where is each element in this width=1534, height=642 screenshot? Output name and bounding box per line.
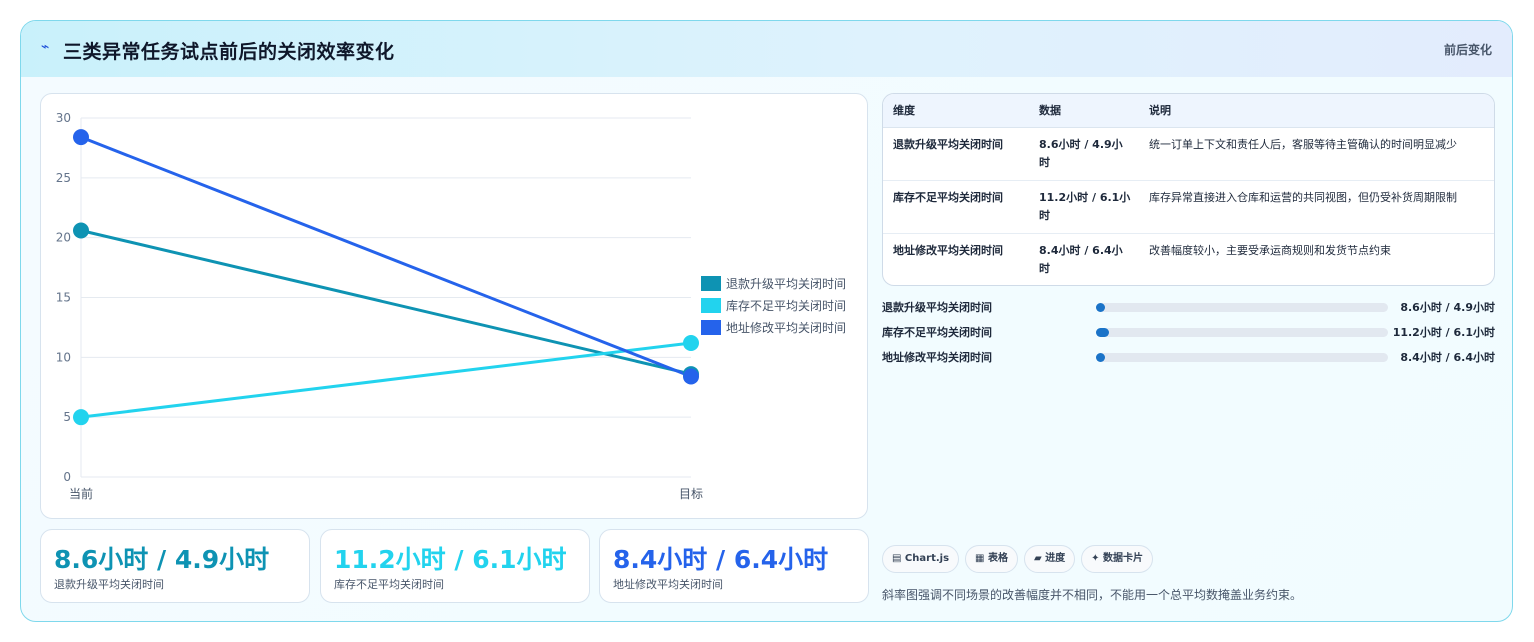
table-cell: 库存不足平均关闭时间 [883,180,1029,234]
table-cell: 地址修改平均关闭时间 [893,243,1003,257]
series-line [80,229,692,376]
progress-fill [1096,353,1105,362]
chip-data-card[interactable]: ✦ 数据卡片 [1081,545,1154,573]
table-cell: 8.4小时 / 6.4小时 [1039,243,1123,275]
y-tick-label: 25 [56,171,71,185]
card-header: ⌁ 三类异常任务试点前后的关闭效率变化 前后变化 [21,21,1512,77]
lightning-icon: ⌁ [41,39,50,55]
table-row: 地址修改平均关闭时间 8.4小时 / 6.4小时 改善幅度较小，主要受承运商规则… [883,233,1494,285]
progress-row: 地址修改平均关闭时间 8.4小时 / 6.4小时 [882,347,1495,365]
chip-table[interactable]: ▦ 表格 [965,545,1018,573]
footnote: 斜率图强调不同场景的改善幅度并不相同，不能用一个总平均数掩盖业务约束。 [882,588,1303,602]
progress-value: 11.2小时 / 6.1小时 [1392,326,1495,339]
progress-track [1096,303,1388,312]
stat-card-address: 8.4小时 / 6.4小时 地址修改平均关闭时间 [599,529,869,603]
y-tick-label: 0 [63,470,71,484]
stat-value: 8.4小时 / 6.4小时 [613,545,829,574]
data-table: 维度 数据 说明 退款升级平均关闭时间 8.6小时 / 4.9小时 统一订单上下… [882,93,1495,286]
legend-swatch [701,298,721,313]
progress-fill [1096,303,1105,312]
table-cell: 8.6小时 / 4.9小时 [1029,127,1139,181]
progress-fill [1096,328,1110,337]
stat-card-refund: 8.6小时 / 4.9小时 退款升级平均关闭时间 [40,529,310,603]
progress-label: 库存不足平均关闭时间 [882,326,992,339]
main-card: ⌁ 三类异常任务试点前后的关闭效率变化 前后变化 0 5 10 15 20 25 30 当前 目… [20,20,1513,622]
page-title: 三类异常任务试点前后的关闭效率变化 [63,41,395,63]
progress-value: 8.6小时 / 4.9小时 [1400,301,1495,314]
y-tick-label: 10 [56,350,71,364]
data-point [73,409,89,426]
table-cell: 库存异常直接进入仓库和运营的共同视图，但仍受补货周期限制 [1139,180,1494,234]
legend-label: 地址修改平均关闭时间 [726,320,846,335]
table-row: 库存不足平均关闭时间 11.2小时 / 6.1小时 库存异常直接进入仓库和运营的… [883,180,1494,234]
table-cell: 退款升级平均关闭时间 [883,127,1029,181]
stat-label: 库存不足平均关闭时间 [334,578,444,591]
chip-progress[interactable]: ▰ 进度 [1023,545,1076,573]
stat-card-stock: 11.2小时 / 6.1小时 库存不足平均关闭时间 [320,529,590,603]
data-point [683,334,699,351]
chip-group: ▤ Chart.js ▦ 表格 ▰ 进度 ✦ 数据卡片 [882,545,1159,573]
stat-label: 退款升级平均关闭时间 [54,578,164,591]
table-cell: 11.2小时 / 6.1小时 [1029,180,1139,234]
table-header: 数据 [1029,94,1139,128]
progress-row: 退款升级平均关闭时间 8.6小时 / 4.9小时 [882,297,1495,315]
data-point [73,129,89,146]
table-header: 说明 [1139,94,1494,128]
chip-chartjs[interactable]: ▤ Chart.js [882,545,960,573]
y-tick-label: 20 [56,231,71,245]
x-tick-label: 当前 [69,486,93,501]
x-tick-label: 目标 [679,487,703,501]
slope-chart: 0 5 10 15 20 25 30 当前 目标 退款升级平均关闭时间 库存不足平均关闭时间 地址修改… [40,93,868,519]
progress-value: 8.4小时 / 6.4小时 [1400,351,1495,364]
legend-swatch [701,276,721,291]
series-line [80,341,692,419]
progress-label: 地址修改平均关闭时间 [882,351,992,364]
table-cell: 改善幅度较小，主要受承运商规则和发货节点约束 [1149,243,1391,257]
stat-value: 11.2小时 / 6.1小时 [334,545,567,574]
table-header-row: 维度 数据 说明 [883,94,1494,128]
y-tick-label: 15 [56,291,71,305]
data-point [73,222,89,239]
table-row: 退款升级平均关闭时间 8.6小时 / 4.9小时 统一订单上下文和责任人后，客服… [883,127,1494,181]
y-tick-label: 30 [56,111,71,125]
legend-label: 库存不足平均关闭时间 [726,298,846,313]
y-tick-label: 5 [63,410,71,424]
progress-row: 库存不足平均关闭时间 11.2小时 / 6.1小时 [882,322,1495,340]
header-tag: 前后变化 [1443,43,1492,57]
progress-label: 退款升级平均关闭时间 [882,301,992,314]
stat-label: 地址修改平均关闭时间 [613,578,723,591]
table-cell: 统一订单上下文和责任人后，客服等待主管确认的时间明显减少 [1139,127,1494,181]
table-header: 维度 [883,94,1029,128]
stat-value: 8.6小时 / 4.9小时 [54,545,270,574]
legend-label: 退款升级平均关闭时间 [726,277,846,291]
legend-swatch [701,320,721,335]
series-line [80,135,692,378]
progress-track [1096,353,1388,362]
progress-track [1096,328,1388,337]
data-point [683,368,699,385]
chart-svg: 0 5 10 15 20 25 30 当前 目标 退款升级平均关闭时间库存不足平均关闭时间地址修改… [56,111,846,501]
